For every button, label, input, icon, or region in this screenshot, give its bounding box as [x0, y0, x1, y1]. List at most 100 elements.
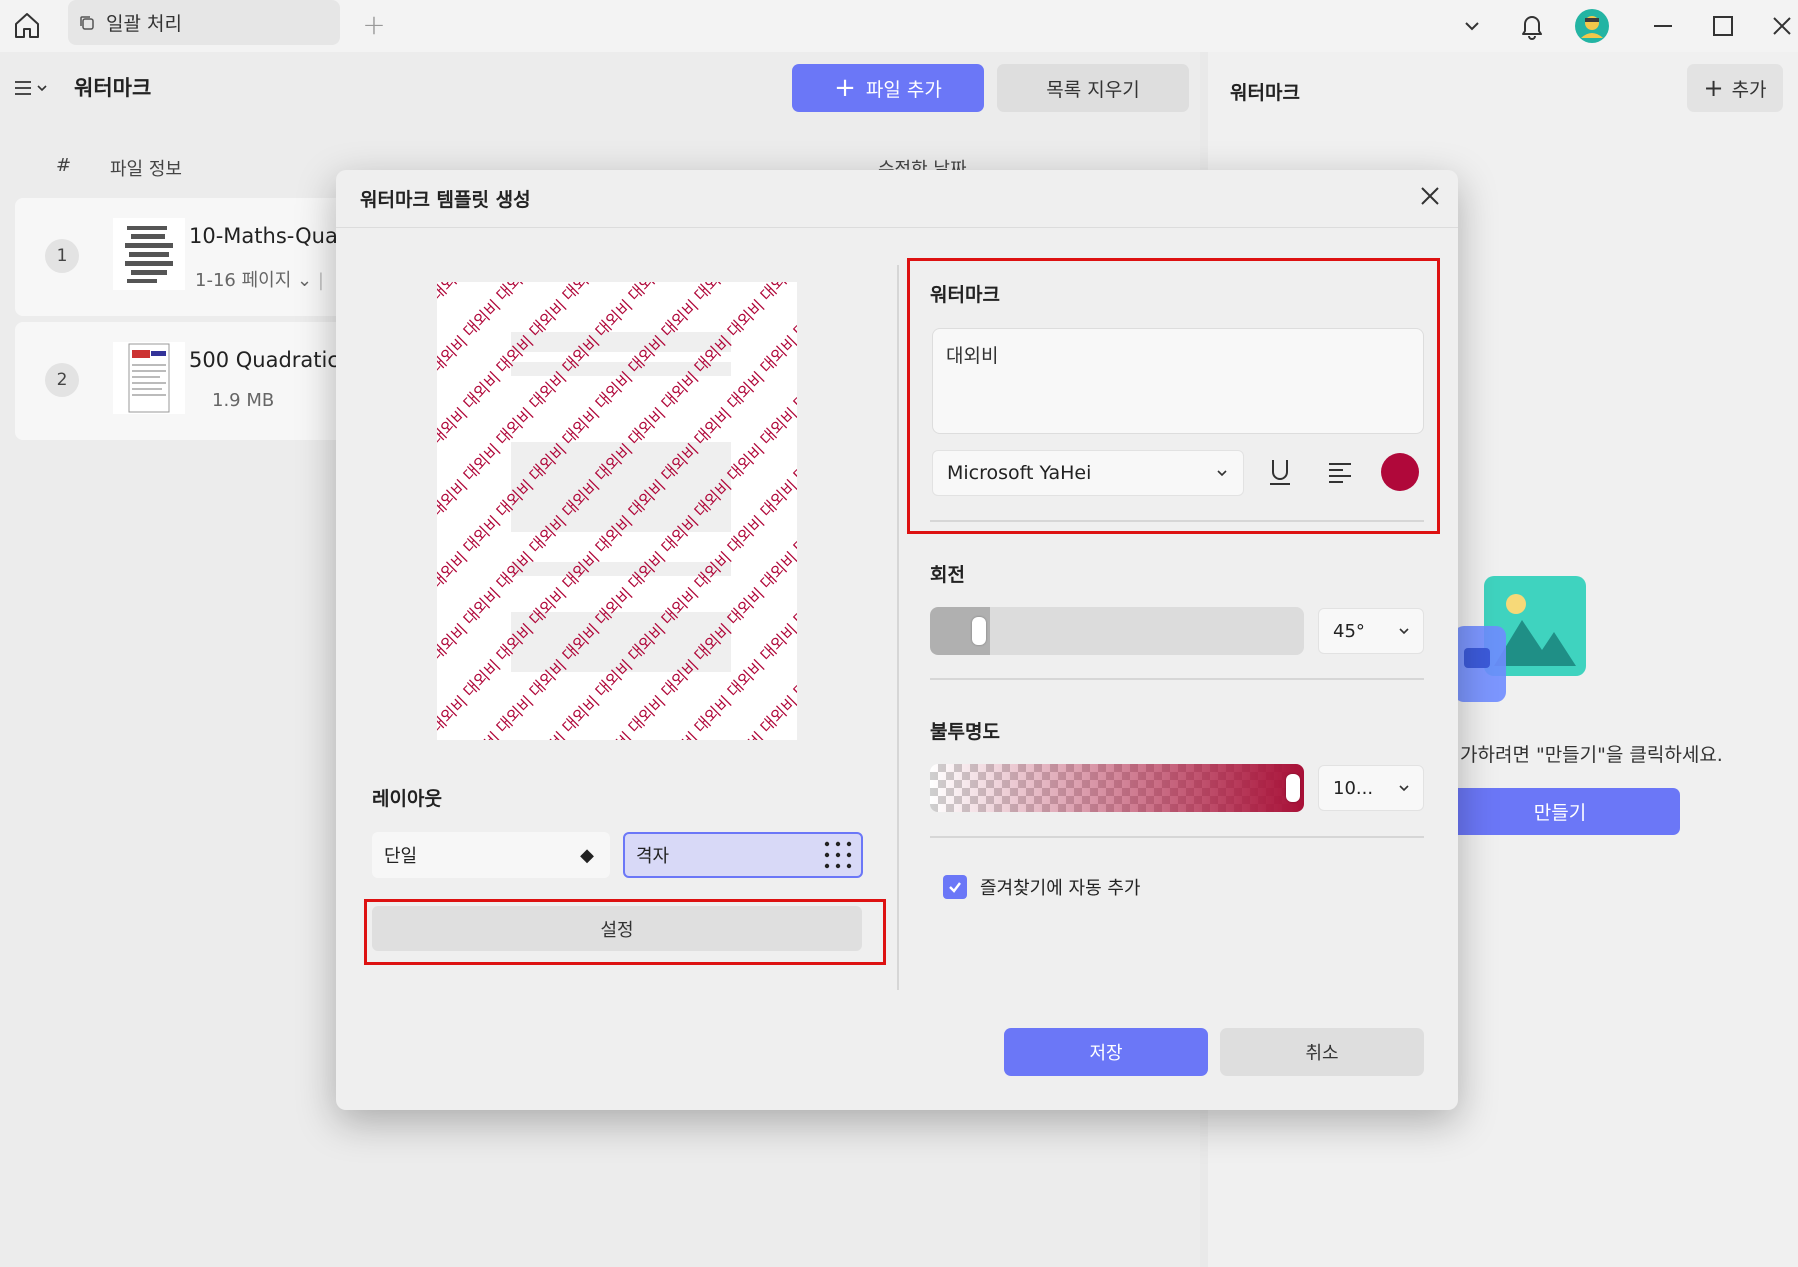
color-picker-button[interactable]	[1381, 453, 1419, 491]
menu-button[interactable]	[14, 72, 54, 104]
rotation-select[interactable]: 45°	[1318, 608, 1424, 654]
opacity-slider[interactable]	[930, 764, 1304, 812]
watermark-text-mark: 대외비	[624, 692, 669, 737]
tab-label: 일괄 처리	[106, 13, 182, 35]
chevron-down-icon: ⌄	[297, 270, 313, 291]
favorite-checkbox[interactable]	[943, 875, 967, 899]
watermark-text-mark: 대외비	[789, 728, 797, 740]
create-button[interactable]: 만들기	[1440, 788, 1680, 835]
watermark-text-mark: 대외비	[437, 548, 471, 593]
watermark-text-mark: 대외비	[591, 728, 636, 740]
watermark-label: 워터마크	[930, 284, 1000, 306]
watermark-text-input[interactable]: 대외비	[932, 328, 1424, 434]
page-title: 워터마크	[74, 76, 152, 100]
rotation-value: 45°	[1333, 620, 1365, 642]
new-tab-button[interactable]: +	[358, 8, 390, 41]
layout-label: 레이아웃	[372, 788, 442, 810]
maximize-button[interactable]	[1703, 6, 1743, 46]
watermark-preview: 대외비 대외비 대외비 대외비 대외비 대외비 대외비 대외비 대외비 대외비 대외비 대외비 대외비 대…	[437, 282, 797, 740]
rotation-label: 회전	[930, 564, 965, 586]
align-left-icon	[1329, 463, 1351, 483]
home-button[interactable]	[8, 6, 46, 44]
watermark-text-mark: 대외비	[723, 296, 768, 341]
watermark-text-mark: 대외비	[690, 692, 735, 737]
watermark-text-mark: 대외비	[459, 584, 504, 629]
watermark-text-mark: 대외비	[437, 282, 471, 305]
home-icon	[15, 13, 39, 38]
file-number: 1	[45, 239, 79, 273]
dropdown-button[interactable]	[1452, 6, 1492, 46]
watermark-text-mark: 대외비	[756, 404, 797, 449]
opacity-label: 불투명도	[930, 721, 1000, 743]
rotation-slider[interactable]	[930, 607, 1304, 655]
chevron-down-icon	[37, 85, 47, 92]
watermark-text-mark: 대외비	[756, 476, 797, 521]
opacity-slider-thumb[interactable]	[1286, 774, 1300, 802]
clear-list-button[interactable]: 목록 지우기	[997, 64, 1189, 112]
watermark-text-mark: 대외비	[492, 692, 537, 737]
chevron-down-icon	[1399, 785, 1409, 792]
watermark-text-mark: 대외비	[459, 440, 504, 485]
hamburger-icon	[15, 81, 31, 95]
divider	[897, 265, 899, 990]
divider	[930, 678, 1424, 680]
watermark-text-mark: 대외비	[459, 296, 504, 341]
close-icon	[1773, 17, 1791, 35]
watermark-text-mark: 대외비	[437, 404, 471, 449]
watermark-text-mark: 대외비	[789, 656, 797, 701]
watermark-text-mark: 대외비	[789, 512, 797, 557]
dialog-title: 워터마크 템플릿 생성	[360, 189, 531, 211]
tab-batch[interactable]: 일괄 처리	[68, 0, 340, 45]
watermark-text-mark: 대외비	[437, 620, 471, 665]
watermark-text-mark: 대외비	[558, 282, 603, 305]
minimize-icon	[1654, 25, 1672, 27]
font-name: Microsoft YaHei	[947, 462, 1092, 484]
underline-button[interactable]	[1262, 452, 1298, 492]
watermark-text-mark: 대외비	[756, 548, 797, 593]
grid-dots-icon	[824, 841, 852, 869]
file-meta[interactable]: 1-16 페이지 ⌄ |	[195, 266, 324, 292]
add-template-button[interactable]: + 추가	[1687, 64, 1783, 112]
add-file-button[interactable]: + 파일 추가	[792, 64, 984, 112]
underline-icon	[1270, 460, 1290, 485]
layout-grid-option[interactable]: 격자	[623, 832, 863, 878]
file-name: 500 Quadratic I	[189, 348, 352, 372]
favorite-label: 즐겨찾기에 자동 추가	[980, 878, 1141, 899]
maximize-icon	[1713, 16, 1733, 36]
divider	[930, 520, 1424, 522]
avatar[interactable]	[1572, 6, 1612, 46]
opacity-select[interactable]: 10...	[1318, 765, 1424, 811]
single-dot-icon: ◆	[580, 844, 594, 866]
page-range: 1-16 페이지	[195, 270, 292, 291]
minimize-button[interactable]	[1643, 6, 1683, 46]
watermark-text-mark: 대외비	[492, 282, 537, 305]
watermark-text-mark: 대외비	[437, 476, 471, 521]
save-button[interactable]: 저장	[1004, 1028, 1208, 1076]
file-thumbnail	[113, 218, 185, 290]
watermark-text-mark: 대외비	[525, 728, 570, 740]
layout-single-option[interactable]: 단일 ◆	[372, 832, 610, 878]
column-header-number: #	[56, 155, 72, 176]
cancel-button[interactable]: 취소	[1220, 1028, 1424, 1076]
chevron-down-icon	[1217, 470, 1227, 477]
panel-title: 워터마크	[1230, 82, 1300, 104]
alignment-button[interactable]	[1322, 452, 1358, 492]
font-select[interactable]: Microsoft YaHei	[932, 450, 1244, 496]
watermark-text-mark: 대외비	[723, 584, 768, 629]
watermark-text-mark: 대외비	[789, 584, 797, 629]
watermark-text-mark: 대외비	[624, 282, 669, 305]
watermark-text-mark: 대외비	[459, 728, 504, 740]
divider	[336, 227, 1458, 228]
file-name: 10-Maths-Quad	[189, 224, 352, 248]
watermark-text-mark: 대외비	[756, 692, 797, 737]
watermark-text-mark: 대외비	[756, 620, 797, 665]
check-icon	[949, 882, 961, 893]
dialog-close-button[interactable]	[1414, 180, 1446, 212]
settings-button[interactable]: 설정	[372, 906, 862, 951]
watermark-text-mark: 대외비	[690, 282, 735, 305]
opacity-value: 10...	[1333, 777, 1374, 799]
watermark-text-mark: 대외비	[789, 440, 797, 485]
notifications-button[interactable]	[1512, 6, 1552, 46]
rotation-slider-thumb[interactable]	[972, 617, 987, 645]
close-window-button[interactable]	[1762, 6, 1798, 46]
